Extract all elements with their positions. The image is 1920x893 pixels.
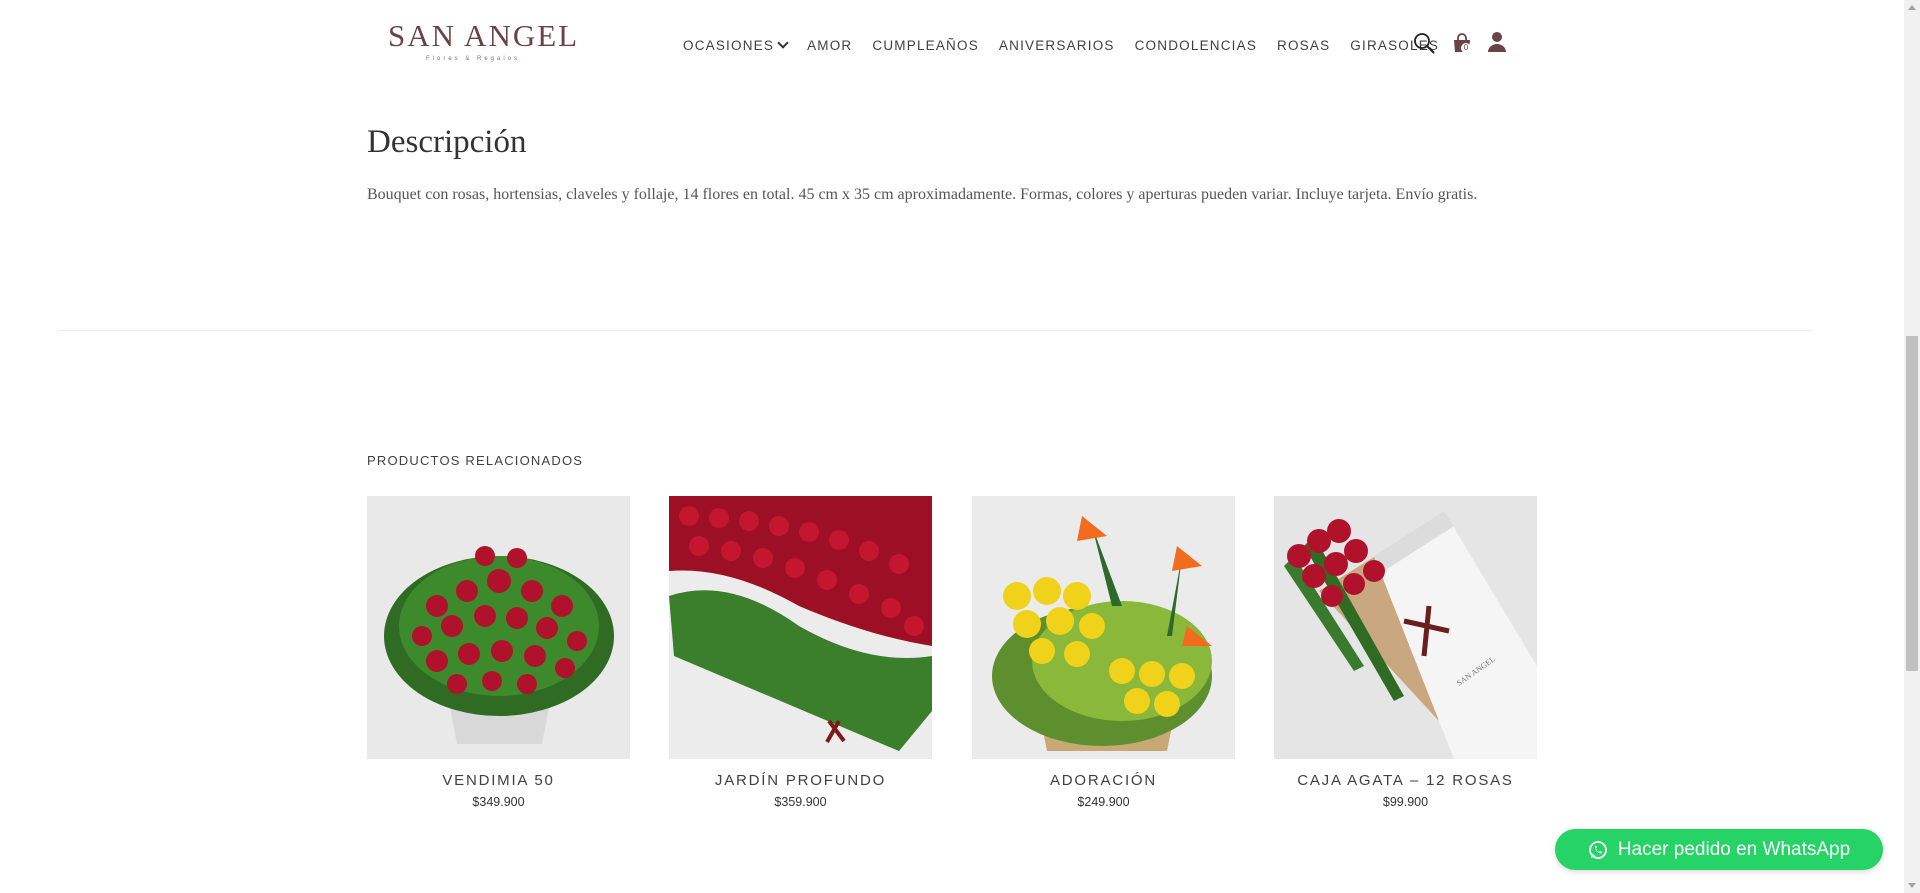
product-image[interactable]: SAN ANGEL <box>1274 496 1537 759</box>
nav-item-label: ANIVERSARIOS <box>998 37 1115 53</box>
nav-item-amor[interactable]: AMOR <box>807 38 852 53</box>
description-title: Descripción <box>367 124 527 160</box>
chevron-down-icon <box>777 37 789 49</box>
nav-item-ocasiones[interactable]: OCASIONES <box>683 37 789 53</box>
product-price: $99.900 <box>1382 795 1429 809</box>
page-scrollbar[interactable] <box>1904 0 1920 893</box>
nav-item-cumpleanos[interactable]: CUMPLEAÑOS <box>872 38 979 53</box>
product-price: $349.900 <box>472 795 525 809</box>
section-divider <box>59 330 1812 331</box>
whatsapp-button-label: Hacer pedido en WhatsApp <box>1617 838 1851 860</box>
whatsapp-icon <box>1588 840 1607 859</box>
logo-text: SAN ANGEL <box>388 18 580 53</box>
product-name[interactable]: VENDIMIA 50 <box>367 772 630 790</box>
scroll-up-arrow-icon[interactable] <box>1908 5 1916 10</box>
main-nav: OCASIONES AMOR CUMPLEAÑOS ANIVERSARIOS C… <box>683 36 1459 54</box>
user-icon[interactable] <box>1487 31 1507 53</box>
product-card[interactable]: VENDIMIA 50 $349.900 <box>367 496 630 810</box>
search-icon[interactable] <box>1413 32 1435 54</box>
related-products-title: PRODUCTOS RELACIONADOS <box>367 453 584 468</box>
description-text: Bouquet con rosas, hortensias, claveles … <box>367 186 1478 203</box>
product-name[interactable]: CAJA AGATA – 12 ROSAS <box>1274 772 1537 790</box>
logo[interactable]: SAN ANGEL Flores & Regalos <box>388 18 580 68</box>
product-card[interactable]: SAN ANGEL CAJA AGATA – 12 ROSAS $99.900 <box>1274 496 1537 810</box>
product-image[interactable] <box>367 496 630 759</box>
nav-item-label: CUMPLEAÑOS <box>872 37 979 53</box>
cart-count-badge: 0 <box>1461 43 1471 53</box>
product-card[interactable]: JARDÍN PROFUNDO $359.900 <box>669 496 932 810</box>
shopping-bag-icon[interactable]: 0 <box>1451 32 1473 54</box>
product-name[interactable]: JARDÍN PROFUNDO <box>669 772 932 790</box>
nav-item-label: CONDOLENCIAS <box>1134 37 1258 53</box>
logo-tagline: Flores & Regalos <box>425 56 521 62</box>
page: SAN ANGEL Flores & Regalos OCASIONES AMO… <box>0 0 1920 893</box>
product-card[interactable]: ADORACIÓN $249.900 <box>972 496 1235 810</box>
nav-item-condolencias[interactable]: CONDOLENCIAS <box>1135 38 1257 53</box>
nav-item-aniversarios[interactable]: ANIVERSARIOS <box>999 38 1115 53</box>
nav-item-label: OCASIONES <box>683 37 775 53</box>
product-price: $249.900 <box>1077 795 1130 809</box>
site-header: SAN ANGEL Flores & Regalos OCASIONES AMO… <box>0 0 1904 86</box>
scrollbar-thumb[interactable] <box>1906 336 1918 671</box>
product-image[interactable] <box>972 496 1235 759</box>
product-name[interactable]: ADORACIÓN <box>972 772 1235 790</box>
scroll-down-arrow-icon[interactable] <box>1908 883 1916 888</box>
product-price: $359.900 <box>774 795 827 809</box>
nav-item-rosas[interactable]: ROSAS <box>1277 38 1330 53</box>
nav-item-label: AMOR <box>807 37 853 53</box>
whatsapp-order-button[interactable]: Hacer pedido en WhatsApp <box>1555 829 1883 870</box>
product-image[interactable] <box>669 496 932 759</box>
nav-item-label: ROSAS <box>1277 37 1331 53</box>
